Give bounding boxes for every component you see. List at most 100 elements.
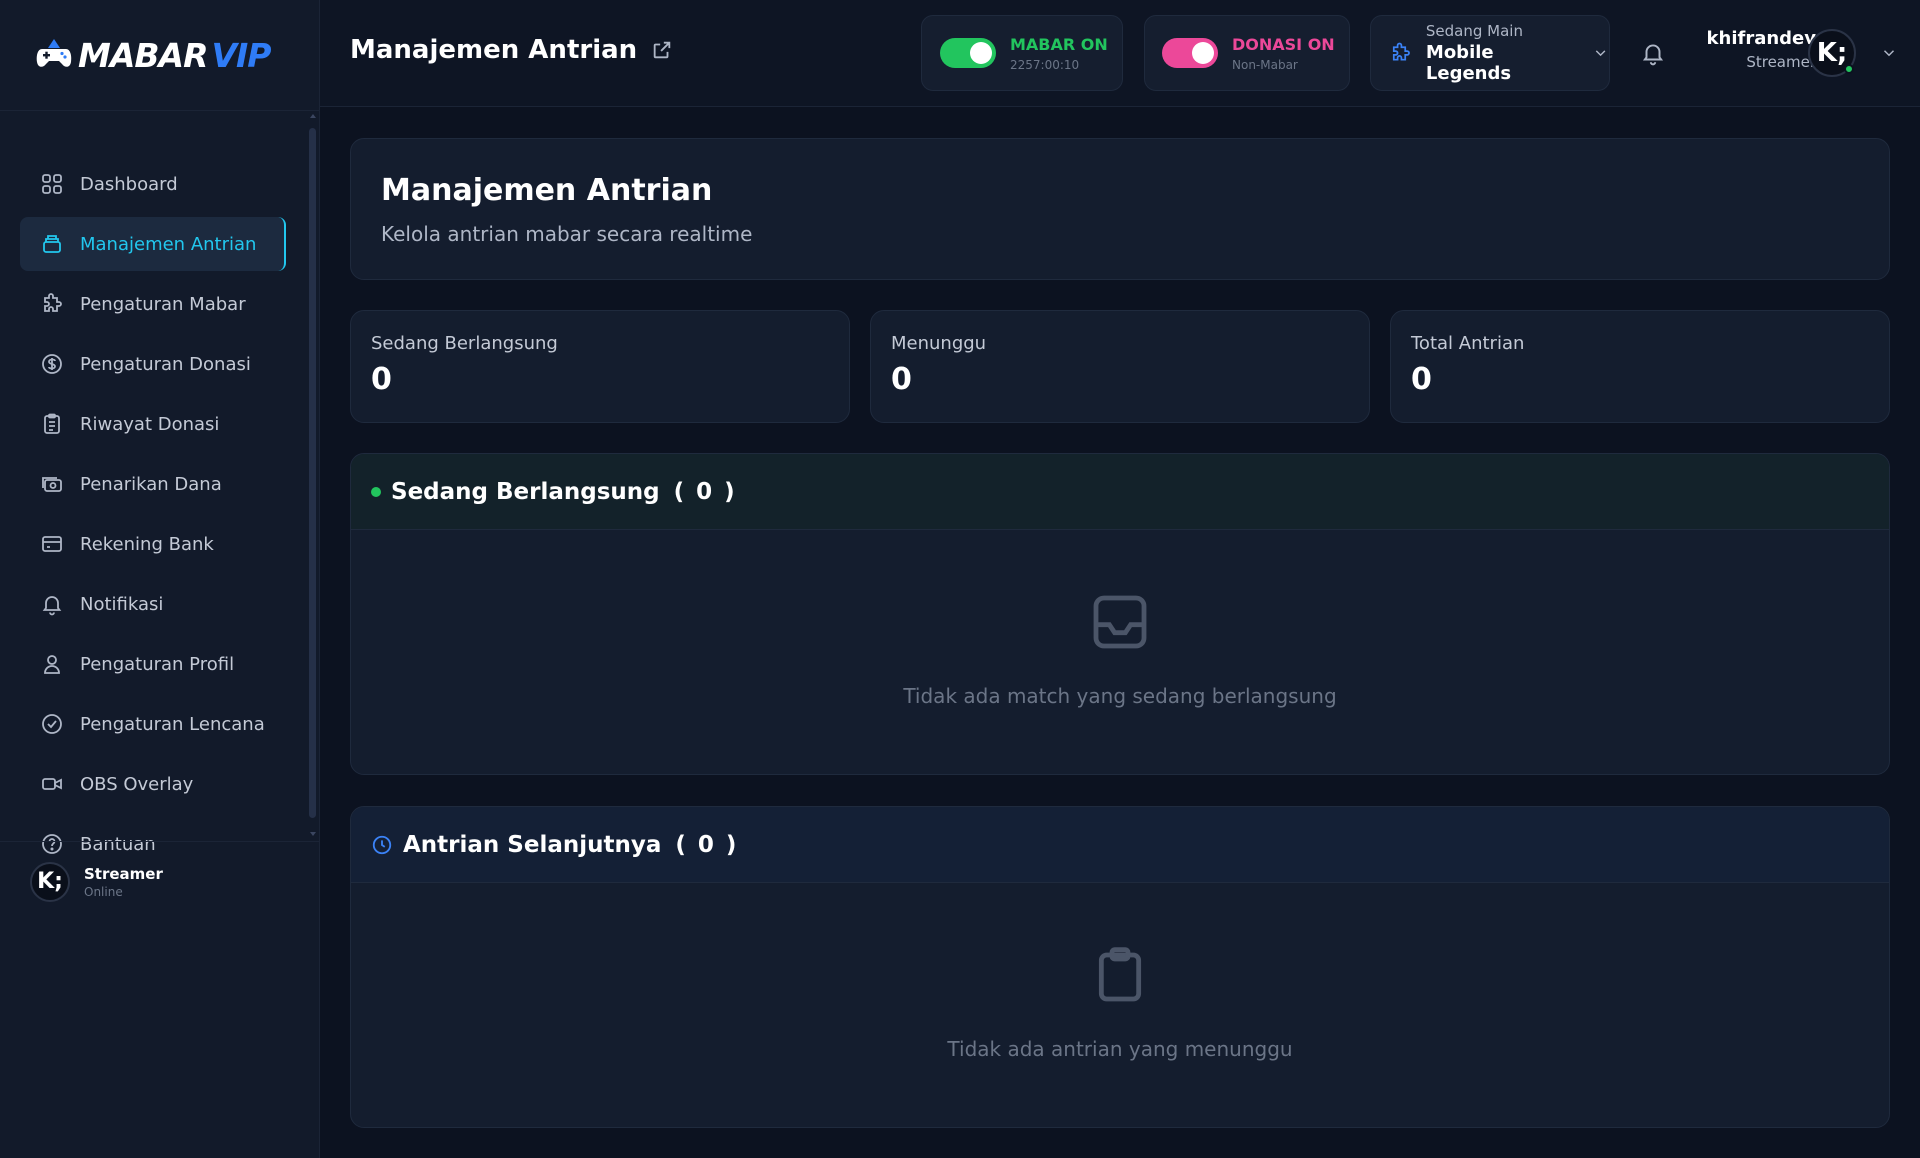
queue-icon xyxy=(43,235,61,253)
donasi-status-pill: DONASI ON Non-Mabar xyxy=(1144,15,1350,91)
paren-close: ) xyxy=(724,478,735,505)
intro-subtitle: Kelola antrian mabar secara realtime xyxy=(381,222,753,246)
ongoing-section-header: Sedang Berlangsung ( 0 ) xyxy=(351,454,1889,530)
sidebar-item-obs-overlay[interactable]: OBS Overlay xyxy=(20,757,286,811)
donasi-toggle[interactable] xyxy=(1162,38,1218,68)
stat-card-total: Total Antrian 0 xyxy=(1390,310,1890,423)
sidebar-item-pengaturan-lencana[interactable]: Pengaturan Lencana xyxy=(20,697,286,751)
sidebar-item-label: Pengaturan Profil xyxy=(80,653,235,675)
game-selector-text: Sedang Main Mobile Legends xyxy=(1426,22,1578,84)
stat-value: 0 xyxy=(1411,362,1432,397)
sidebar-item-label: Riwayat Donasi xyxy=(80,413,220,435)
sidebar-item-pengaturan-profil[interactable]: Pengaturan Profil xyxy=(20,637,286,691)
mabar-timer: 2257:00:10 xyxy=(1010,57,1080,72)
next-queue-empty-text: Tidak ada antrian yang menunggu xyxy=(947,1037,1293,1061)
paren-open: ( xyxy=(673,478,685,505)
brand-logo[interactable]: MABAR VIP xyxy=(34,35,272,75)
live-dot-icon xyxy=(371,486,381,497)
dollar-circle-icon xyxy=(42,354,62,374)
intro-card: Manajemen Antrian Kelola antrian mabar s… xyxy=(350,138,1890,280)
next-queue-section-header: Antrian Selanjutnya ( 0 ) xyxy=(351,807,1889,883)
clipboard-list-icon xyxy=(44,413,60,434)
user-name: khifrandev xyxy=(1706,28,1816,49)
count-value: 0 xyxy=(697,831,714,858)
next-queue-count: ( 0 ) xyxy=(675,832,736,858)
game-selector[interactable]: Sedang Main Mobile Legends xyxy=(1370,15,1610,91)
sidebar-footer: K; Streamer Online xyxy=(0,841,319,921)
avatar[interactable]: K; xyxy=(30,861,70,902)
chevron-down-icon xyxy=(1595,50,1606,57)
stat-label: Total Antrian xyxy=(1411,333,1525,354)
scroll-up-arrow-icon[interactable] xyxy=(310,114,316,118)
user-avatar[interactable]: K; xyxy=(1808,29,1856,77)
clock-icon xyxy=(372,835,392,854)
sidebar-item-label: Penarikan Dana xyxy=(80,473,222,495)
sidebar-item-label: Pengaturan Mabar xyxy=(80,293,246,315)
cash-icon xyxy=(42,477,62,492)
sidebar-item-riwayat-donasi[interactable]: Riwayat Donasi xyxy=(20,397,286,451)
credit-card-icon xyxy=(42,536,62,552)
avatar-initials: K; xyxy=(1816,38,1848,68)
stat-card-ongoing: Sedang Berlangsung 0 xyxy=(350,310,850,423)
sidebar-item-manajemen-antrian[interactable]: Manajemen Antrian xyxy=(20,217,286,271)
external-link-icon[interactable] xyxy=(651,39,673,61)
sidebar-item-pengaturan-donasi[interactable]: Pengaturan Donasi xyxy=(20,337,286,391)
sidebar-footer-info: Streamer Online xyxy=(84,865,163,899)
next-queue-empty-state: Tidak ada antrian yang menunggu xyxy=(351,883,1889,1121)
donasi-status-label: DONASI ON xyxy=(1232,34,1335,54)
chevron-down-icon[interactable] xyxy=(1880,44,1898,62)
page-title-text: Manajemen Antrian xyxy=(350,35,638,65)
puzzle-icon xyxy=(44,293,62,312)
logo-area: MABAR VIP xyxy=(0,0,319,111)
sidebar-scrollbar[interactable] xyxy=(309,108,316,836)
mabar-toggle[interactable] xyxy=(940,38,996,68)
stat-card-waiting: Menunggu 0 xyxy=(870,310,1370,423)
sidebar: MABAR VIP Dashboard Manajemen Antrian Pen… xyxy=(0,0,320,1158)
video-icon xyxy=(42,778,62,790)
sidebar-item-notifikasi[interactable]: Notifikasi xyxy=(20,577,286,631)
ongoing-empty-text: Tidak ada match yang sedang berlangsung xyxy=(903,684,1337,708)
notification-bell-icon[interactable] xyxy=(1640,40,1666,66)
count-value: 0 xyxy=(696,478,713,505)
logo-text-main: MABAR xyxy=(78,35,208,75)
user-icon xyxy=(44,655,60,674)
sidebar-item-label: Manajemen Antrian xyxy=(80,233,257,255)
sidebar-item-penarikan-dana[interactable]: Penarikan Dana xyxy=(20,457,286,511)
ongoing-empty-state: Tidak ada match yang sedang berlangsung xyxy=(351,530,1889,768)
sidebar-item-rekening-bank[interactable]: Rekening Bank xyxy=(20,517,286,571)
inbox-icon xyxy=(1093,595,1147,649)
stat-value: 0 xyxy=(891,362,912,397)
mabar-status-label: MABAR ON xyxy=(1010,34,1108,54)
page-title: Manajemen Antrian xyxy=(350,35,673,65)
sidebar-item-label: Pengaturan Lencana xyxy=(80,713,265,735)
scroll-down-arrow-icon[interactable] xyxy=(310,832,316,836)
sidebar-item-label: OBS Overlay xyxy=(80,773,194,795)
stat-label: Menunggu xyxy=(891,333,987,354)
toggle-knob xyxy=(1192,42,1214,64)
badge-check-icon xyxy=(42,714,62,734)
sidebar-item-label: Pengaturan Donasi xyxy=(80,353,251,375)
user-role: Streamer xyxy=(1746,53,1816,71)
sidebar-item-label: Notifikasi xyxy=(80,593,164,615)
donasi-mode: Non-Mabar xyxy=(1232,57,1298,72)
toggle-knob xyxy=(970,42,992,64)
sidebar-nav: Dashboard Manajemen Antrian Pengaturan M… xyxy=(0,111,319,871)
next-queue-section-title: Antrian Selanjutnya xyxy=(403,831,662,858)
clipboard-icon xyxy=(1098,947,1142,1002)
sidebar-item-label: Rekening Bank xyxy=(80,533,214,555)
puzzle-icon xyxy=(1392,42,1410,61)
avatar-initials: K; xyxy=(37,869,63,894)
sidebar-footer-status: Online xyxy=(84,884,123,899)
mabar-status-text: MABAR ON 2257:00:10 xyxy=(1010,35,1108,72)
ongoing-section-title: Sedang Berlangsung xyxy=(391,478,660,505)
sidebar-item-pengaturan-mabar[interactable]: Pengaturan Mabar xyxy=(20,277,286,331)
paren-open: ( xyxy=(675,831,686,858)
stat-label: Sedang Berlangsung xyxy=(371,333,558,354)
user-info[interactable]: khifrandev Streamer xyxy=(1700,28,1816,71)
ongoing-count: ( 0 ) xyxy=(674,479,735,505)
paren-close: ) xyxy=(725,831,737,858)
sidebar-item-dashboard[interactable]: Dashboard xyxy=(20,157,286,211)
scrollbar-thumb[interactable] xyxy=(309,128,316,818)
bell-icon xyxy=(42,596,62,616)
game-selector-value: Mobile Legends xyxy=(1425,42,1512,84)
